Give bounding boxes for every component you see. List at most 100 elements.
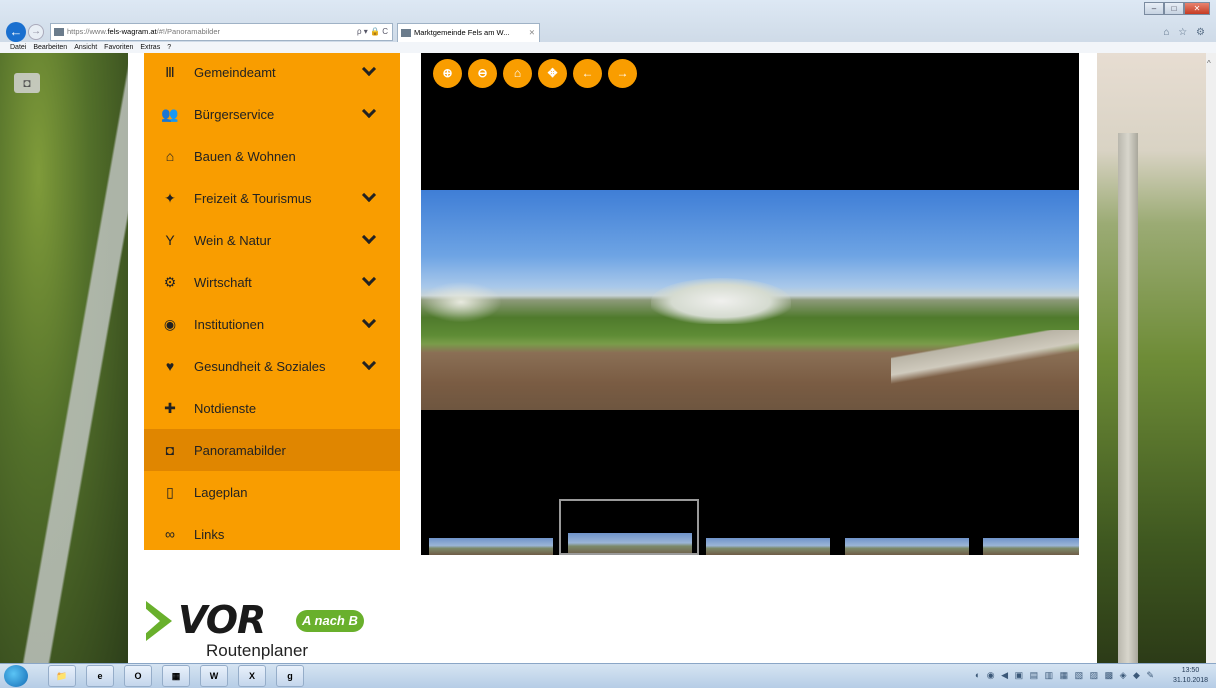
- heart-icon: ♥: [165, 358, 175, 374]
- chevron-down-icon[interactable]: [361, 229, 377, 245]
- sidebar-item-label: Lageplan: [194, 484, 248, 500]
- sidebar-item-panoramabilder[interactable]: ◘ Panoramabilder: [144, 429, 400, 471]
- panorama-thumbnail[interactable]: [706, 538, 830, 555]
- taskbar-app-1[interactable]: e: [86, 665, 114, 687]
- panorama-image[interactable]: [421, 190, 1079, 410]
- address-tools[interactable]: ρ ▾ 🔒 C: [357, 24, 388, 40]
- url-path: /#!/Panoramabilder: [156, 27, 220, 36]
- sidebar-item-wirtschaft[interactable]: ⚙ Wirtschaft: [144, 261, 400, 303]
- sidebar-item-institutionen[interactable]: ◉ Institutionen: [144, 303, 400, 345]
- sidebar-item-label: Freizeit & Tourismus: [194, 190, 312, 206]
- home-icon: ⌂: [165, 148, 175, 164]
- sidebar-item-wein-natur[interactable]: Y Wein & Natur: [144, 219, 400, 261]
- address-bar[interactable]: https://www.fels-wagram.at/#!/Panoramabi…: [50, 23, 393, 41]
- forward-button[interactable]: →: [28, 24, 44, 40]
- close-window-button[interactable]: ✕: [1184, 2, 1210, 15]
- map-icon: ▯: [166, 483, 174, 500]
- vineyard-background-left: [0, 53, 128, 663]
- page-scrollbar[interactable]: ^: [1206, 53, 1216, 663]
- system-tray[interactable]: ◐ ◉ ◀ ▣ ▤ ▥ ▦ ▧ ▨ ▩ ◈ ◆ ✎: [975, 670, 1156, 681]
- sidebar-item-label: Panoramabilder: [194, 442, 286, 458]
- web-page: ◘ Ⅲ Gemeindeamt 👥 Bürgerservice ⌂ Bauen & Woh…: [0, 53, 1216, 663]
- chevron-down-icon[interactable]: [361, 271, 377, 287]
- move-button[interactable]: ✥: [538, 59, 567, 88]
- forward-arrow-icon: →: [31, 26, 41, 37]
- pano-trees-left: [421, 282, 501, 322]
- users-icon: 👥: [161, 105, 179, 122]
- tab-favicon-icon: [401, 29, 411, 37]
- sidebar-menu: Ⅲ Gemeindeamt 👥 Bürgerservice ⌂ Bauen & Wohne…: [144, 53, 400, 550]
- vineyard-background-right: [1097, 53, 1216, 663]
- person-icon: ✦: [164, 189, 176, 206]
- toolbar-icons[interactable]: ⌂ ☆ ⚙: [1163, 27, 1208, 38]
- chevron-down-icon[interactable]: [361, 355, 377, 371]
- sidebar-item-label: Links: [194, 526, 225, 542]
- taskbar-app-4[interactable]: W: [200, 665, 228, 687]
- menu-4[interactable]: Extras: [140, 42, 160, 53]
- sidebar-item-label: Bauen & Wohnen: [194, 148, 296, 164]
- pano-road: [891, 330, 1079, 385]
- sidebar-item-bauen-wohnen[interactable]: ⌂ Bauen & Wohnen: [144, 135, 400, 177]
- menu-0[interactable]: Datei: [10, 42, 26, 53]
- camera-icon: ◘: [165, 442, 175, 458]
- home-button[interactable]: ⌂: [503, 59, 532, 88]
- back-button[interactable]: ←: [6, 22, 26, 42]
- menu-2[interactable]: Ansicht: [74, 42, 97, 53]
- url-prefix: https://www.: [67, 27, 108, 36]
- sidebar-item-label: Notdienste: [194, 400, 257, 416]
- chevron-down-icon[interactable]: [361, 313, 377, 329]
- sidebar-item-notdienste[interactable]: ✚ Notdienste: [144, 387, 400, 429]
- camera-icon[interactable]: ◘: [14, 73, 40, 93]
- logo-subtitle: Routenplaner: [206, 641, 309, 660]
- previous-button[interactable]: ←: [573, 59, 602, 88]
- menu-5[interactable]: ?: [167, 42, 171, 53]
- start-button[interactable]: [4, 665, 28, 687]
- sidebar-item-freizeit-tourismus[interactable]: ✦ Freizeit & Tourismus: [144, 177, 400, 219]
- logo-badge: A nach B: [296, 610, 364, 632]
- tab-title: Marktgemeinde Fels am W...: [414, 28, 510, 37]
- viewer-controls: ⊕ ⊖ ⌂ ✥ ← →: [433, 59, 637, 88]
- clock[interactable]: 13:50 31.10.2018: [1173, 666, 1208, 686]
- link-icon: ∞: [165, 526, 175, 542]
- panorama-thumbnail[interactable]: [983, 538, 1079, 555]
- taskbar-app-3[interactable]: ▦: [162, 665, 190, 687]
- logo-brand: VOR: [178, 598, 266, 642]
- menu-1[interactable]: Bearbeiten: [33, 42, 67, 53]
- pano-blossom-trees: [651, 278, 791, 324]
- panorama-thumbnail[interactable]: [429, 538, 553, 555]
- taskbar-app-5[interactable]: X: [238, 665, 266, 687]
- sidebar-item-gemeindeamt[interactable]: Ⅲ Gemeindeamt: [144, 53, 400, 93]
- sidebar-item-lageplan[interactable]: ▯ Lageplan: [144, 471, 400, 513]
- sidebar-item-links[interactable]: ∞ Links: [144, 513, 400, 555]
- browser-tab[interactable]: Marktgemeinde Fels am W... ✕: [397, 23, 540, 42]
- taskbar-app-6[interactable]: g: [276, 665, 304, 687]
- taskbar-app-2[interactable]: O: [124, 665, 152, 687]
- chevron-down-icon[interactable]: [361, 103, 377, 119]
- site-favicon-icon: [54, 28, 64, 36]
- chevron-down-icon[interactable]: [361, 187, 377, 203]
- tab-close-icon[interactable]: ✕: [529, 24, 535, 42]
- vor-logo[interactable]: VOR A nach B Routenplaner: [144, 598, 406, 663]
- panorama-viewer[interactable]: ⊕ ⊖ ⌂ ✥ ← →: [421, 53, 1079, 555]
- maximize-button[interactable]: □: [1164, 2, 1184, 15]
- minimize-button[interactable]: –: [1144, 2, 1164, 15]
- sidebar-item-label: Gesundheit & Soziales: [194, 358, 326, 374]
- accessibility-icon: ◉: [163, 315, 177, 332]
- sidebar-item-label: Institutionen: [194, 316, 265, 332]
- next-button[interactable]: →: [608, 59, 637, 88]
- sidebar-item-bürgerservice[interactable]: 👥 Bürgerservice: [144, 93, 400, 135]
- thumbnail-strip: [421, 498, 1079, 555]
- clock-date: 31.10.2018: [1172, 677, 1208, 684]
- menu-3[interactable]: Favoriten: [104, 42, 133, 53]
- url-host: fels-wagram.at: [107, 27, 157, 36]
- thumbnail-selection-frame: [559, 499, 699, 555]
- panorama-thumbnail[interactable]: [845, 538, 969, 555]
- scroll-up-icon[interactable]: ^: [1207, 59, 1211, 68]
- zoom-out-button[interactable]: ⊖: [468, 59, 497, 88]
- taskbar-app-0[interactable]: 📁: [48, 665, 76, 687]
- sidebar-item-label: Wein & Natur: [194, 232, 272, 248]
- sidebar-item-gesundheit-soziales[interactable]: ♥ Gesundheit & Soziales: [144, 345, 400, 387]
- chevron-down-icon[interactable]: [361, 61, 377, 77]
- zoom-in-button[interactable]: ⊕: [433, 59, 462, 88]
- sidebar-item-label: Bürgerservice: [194, 106, 275, 122]
